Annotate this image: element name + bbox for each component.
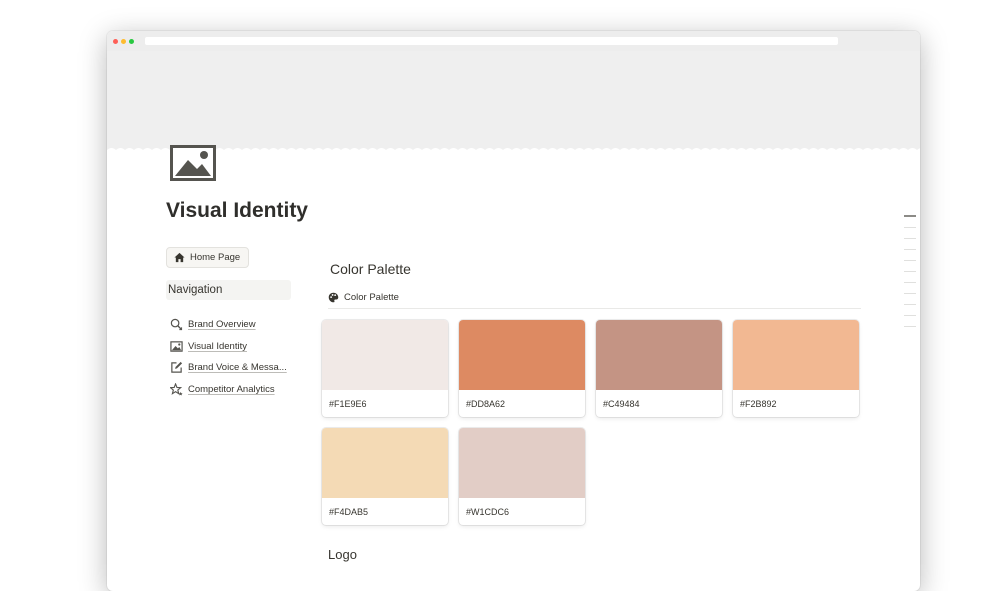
color-hex-label: #F2B892	[740, 398, 777, 409]
color-swatch	[596, 320, 722, 390]
home-page-button[interactable]: Home Page	[166, 247, 250, 268]
nav-item-label: Visual Identity	[188, 340, 247, 352]
color-hex-label: #F4DAB5	[329, 506, 369, 517]
color-card[interactable]: #F2B892	[733, 320, 859, 417]
home-icon	[174, 252, 185, 263]
nav-item-label: Brand Overview	[188, 319, 256, 331]
home-page-button-label: Home Page	[190, 252, 241, 263]
stars-icon	[170, 382, 183, 396]
address-bar[interactable]	[145, 37, 838, 45]
minimize-window-button[interactable]	[121, 39, 126, 44]
logo-heading: Logo	[328, 547, 357, 562]
color-card[interactable]: #F1E9E6	[322, 320, 448, 417]
image-icon	[170, 341, 183, 352]
maximize-window-button[interactable]	[129, 39, 134, 44]
edit-icon	[171, 362, 183, 373]
color-swatch	[733, 320, 859, 390]
database-title-label: Color Palette	[344, 292, 399, 303]
color-hex-label: #C49484	[603, 398, 640, 409]
nav-item-competitor-analytics[interactable]: Competitor Analytics	[170, 379, 340, 401]
image-icon[interactable]	[170, 145, 216, 181]
color-gallery: #F1E9E6 #DD8A62 #C49484 #F2B892 #F4DAB5 #W1CD…	[322, 320, 862, 525]
color-hex-label: #DD8A62	[466, 398, 506, 409]
nav-item-brand-overview[interactable]: Brand Overview	[170, 314, 340, 336]
color-swatch	[459, 428, 585, 498]
page-cover[interactable]	[107, 51, 920, 155]
nav-item-visual-identity[interactable]: Visual Identity	[170, 336, 340, 358]
color-card[interactable]: #DD8A62	[459, 320, 585, 417]
cover-wave-edge	[107, 148, 920, 157]
navigation-list: Brand Overview Visual Identity Brand Voi…	[170, 314, 340, 400]
color-card[interactable]: #C49484	[596, 320, 722, 417]
color-card[interactable]: #F4DAB5	[322, 428, 448, 525]
database-title[interactable]: Color Palette	[328, 287, 861, 309]
search-icon	[170, 319, 183, 331]
nav-item-brand-voice[interactable]: Brand Voice & Messa...	[170, 357, 340, 379]
nav-item-label: Brand Voice & Messa...	[188, 362, 287, 374]
color-swatch	[322, 428, 448, 498]
browser-title-bar	[107, 31, 920, 51]
palette-icon	[328, 292, 339, 303]
table-of-contents-indicator[interactable]	[904, 215, 916, 337]
color-swatch	[459, 320, 585, 390]
page-title: Visual Identity	[166, 199, 308, 222]
close-window-button[interactable]	[113, 39, 118, 44]
color-hex-label: #F1E9E6	[329, 398, 367, 409]
color-palette-heading: Color Palette	[330, 261, 411, 277]
color-card[interactable]: #W1CDC6	[459, 428, 585, 525]
nav-item-label: Competitor Analytics	[188, 383, 275, 395]
color-swatch	[322, 320, 448, 390]
navigation-header: Navigation	[166, 280, 291, 300]
color-hex-label: #W1CDC6	[466, 506, 510, 517]
browser-window: Visual Identity Home Page Navigation Bra…	[107, 31, 920, 591]
